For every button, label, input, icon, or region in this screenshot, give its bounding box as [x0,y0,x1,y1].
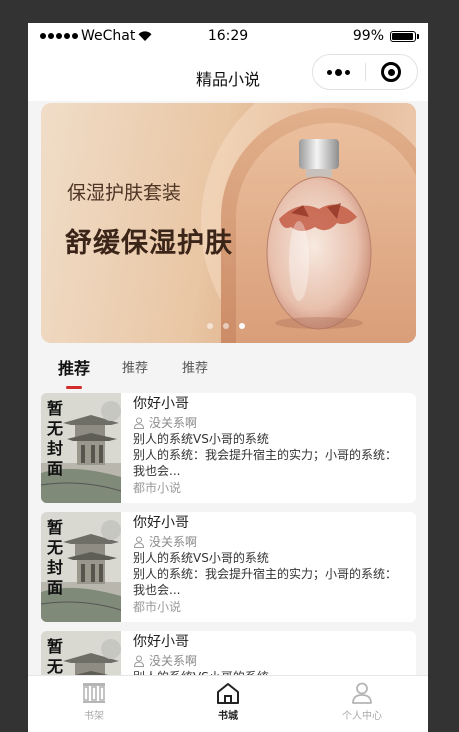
book-summary: 别人的系统：我会提升宿主的实力；小哥的系统：我也会... [133,448,398,478]
author-icon [133,417,145,429]
book-card[interactable]: 暂无封面 你好小哥没关系啊别人的系统VS小哥的系统别人的系统：我会提升宿主的实力；… [41,512,416,622]
status-right: 99% [352,28,419,44]
tab-bookstore[interactable]: 书城 [188,682,268,722]
book-summary: 别人的系统：我会提升宿主的实力；小哥的系统：我也会... [133,567,398,597]
bookshelf-icon [83,683,105,703]
book-author: 没关系啊 [149,535,198,549]
author-icon [133,655,145,667]
tab-recommend[interactable]: 推荐 [182,357,208,376]
tab-label: 书城 [218,711,238,722]
banner-headline: 舒缓保湿护肤 [65,228,233,259]
cover-placeholder-text: 暂无封面 [47,399,64,478]
banner-subtitle: 保湿护肤套装 [67,182,182,204]
book-title: 你好小哥 [133,634,189,650]
perfume-bottle-image [266,139,372,330]
close-button[interactable] [365,62,417,82]
book-title: 你好小哥 [133,515,189,531]
tab-label: 个人中心 [342,711,382,722]
miniprogram-capsule [312,54,418,90]
book-category: 都市小说 [133,481,182,495]
cover-placeholder-text: 暂无封面 [47,518,64,597]
book-cover: 暂无封面 [41,512,121,622]
user-icon [352,682,372,704]
banner-carousel[interactable]: 保湿护肤套装 舒缓保湿护肤 [41,103,416,343]
tab-profile[interactable]: 个人中心 [322,682,402,722]
status-bar: WeChat 16:29 99% [28,23,428,51]
tab-recommend[interactable]: 推荐 [122,357,148,376]
navigation-bar: 精品小说 [28,51,428,101]
tab-label: 推荐 [58,359,91,378]
book-info: 你好小哥没关系啊别人的系统VS小哥的系统别人的系统：我会提升宿主的实力；小哥的系… [133,395,406,497]
book-cover: 暂无封面 [41,393,121,503]
carousel-dot[interactable] [239,323,245,329]
book-author: 没关系啊 [149,416,198,430]
tab-active-indicator [66,386,82,389]
carousel-indicators[interactable] [207,323,245,329]
author-row: 没关系啊 [133,653,406,669]
author-icon [133,536,145,548]
carousel-dot[interactable] [207,323,213,329]
book-author: 没关系啊 [149,654,198,668]
author-row: 没关系啊 [133,415,406,431]
tab-recommend[interactable]: 推荐 [58,355,91,389]
book-card[interactable]: 暂无封面 你好小哥没关系啊别人的系统VS小哥的系统别人的系统：我会提升宿主的实力；… [41,393,416,503]
book-summary-title: 别人的系统VS小哥的系统 [133,551,269,565]
book-category: 都市小说 [133,600,182,614]
book-info: 你好小哥没关系啊别人的系统VS小哥的系统别人的系统：我会提升宿主的实力；小哥的系… [133,514,406,616]
home-icon [217,683,239,704]
author-row: 没关系啊 [133,534,406,550]
phone-screen: WeChat 16:29 99% 精品小说 保湿护肤套装 舒缓保湿护肤 推荐 推… [28,23,428,732]
more-dots-icon[interactable] [313,68,365,76]
carousel-dot[interactable] [223,323,229,329]
tab-label: 推荐 [182,361,209,376]
battery-icon [390,30,419,42]
battery-level [392,32,413,40]
book-title: 你好小哥 [133,396,189,412]
tab-label: 推荐 [122,361,149,376]
tab-bookshelf[interactable]: 书架 [54,682,134,722]
book-summary-title: 别人的系统VS小哥的系统 [133,432,269,446]
category-tabs: 推荐 推荐 推荐 [28,348,428,389]
target-circle-icon [381,62,402,82]
battery-percent: 99% [352,28,384,44]
bottom-tab-bar: 书架 书城 个人中心 [28,675,428,732]
tab-label: 书架 [84,711,104,722]
